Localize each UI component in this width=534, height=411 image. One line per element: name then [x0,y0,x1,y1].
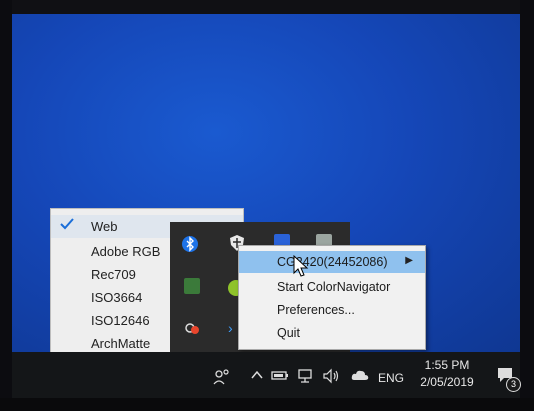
onedrive-cloud-icon[interactable] [350,368,370,385]
menu-item-label: Quit [277,326,300,340]
people-icon[interactable] [212,368,232,389]
color-space-label: Rec709 [91,267,136,282]
color-space-label: Web [91,219,118,234]
show-hidden-icons-chevron-icon[interactable] [250,368,264,385]
notification-count-badge: 3 [506,377,521,392]
menu-item-preferences[interactable]: Preferences... [239,299,425,321]
volume-icon[interactable] [322,368,342,387]
menu-item-start-colornavigator[interactable]: Start ColorNavigator [239,276,425,298]
color-space-label: ISO3664 [91,290,143,305]
language-indicator[interactable]: ENG [378,371,404,385]
submenu-arrow-icon: ▶ [405,255,413,266]
colornavigator-context-menu: CG2420(24452086) ▶ Start ColorNavigator … [238,245,426,350]
color-space-label: Adobe RGB [91,244,161,259]
clock-time: 1:55 PM [424,358,470,372]
mouse-cursor-icon [292,254,310,278]
menu-item-monitor-cg2420[interactable]: CG2420(24452086) ▶ [239,251,425,273]
color-space-label: ISO12646 [91,313,150,328]
color-space-label: ArchMatte [91,336,151,351]
menu-item-label: Start ColorNavigator [277,280,391,294]
network-icon[interactable] [296,368,316,387]
cloud-sync-icon[interactable] [184,320,200,336]
menu-item-quit[interactable]: Quit [239,322,425,344]
nvidia-icon[interactable] [184,278,200,294]
taskbar-clock[interactable]: 1:55 PM 2/05/2019 [408,358,486,389]
photo-frame-left [0,0,12,411]
bluetooth-icon[interactable] [182,236,198,252]
photo-frame-right [520,0,534,411]
clock-date: 2/05/2019 [420,375,474,389]
photo-frame-bottom [0,398,534,411]
menu-item-label: Preferences... [277,303,355,317]
checkmark-icon [59,217,79,235]
battery-icon[interactable] [270,368,290,385]
photo-frame-top [0,0,534,14]
